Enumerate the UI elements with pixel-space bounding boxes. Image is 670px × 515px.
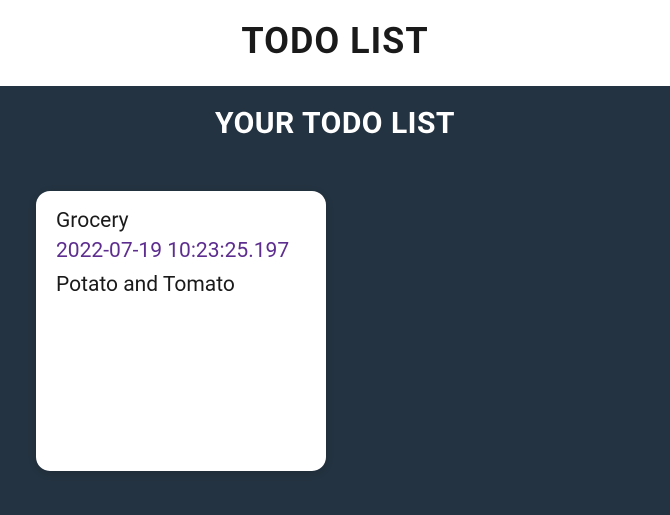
main-content: YOUR TODO LIST Grocery 2022-07-19 10:23:… — [0, 86, 670, 515]
list-subtitle: YOUR TODO LIST — [0, 106, 670, 141]
todo-card[interactable]: Grocery 2022-07-19 10:23:25.197 Potato a… — [36, 191, 326, 471]
todo-date: 2022-07-19 10:23:25.197 — [56, 239, 306, 263]
todo-body: Potato and Tomato — [56, 273, 306, 297]
app-header: TODO LIST — [0, 0, 670, 86]
todo-title: Grocery — [56, 209, 306, 233]
page-title: TODO LIST — [0, 20, 670, 62]
